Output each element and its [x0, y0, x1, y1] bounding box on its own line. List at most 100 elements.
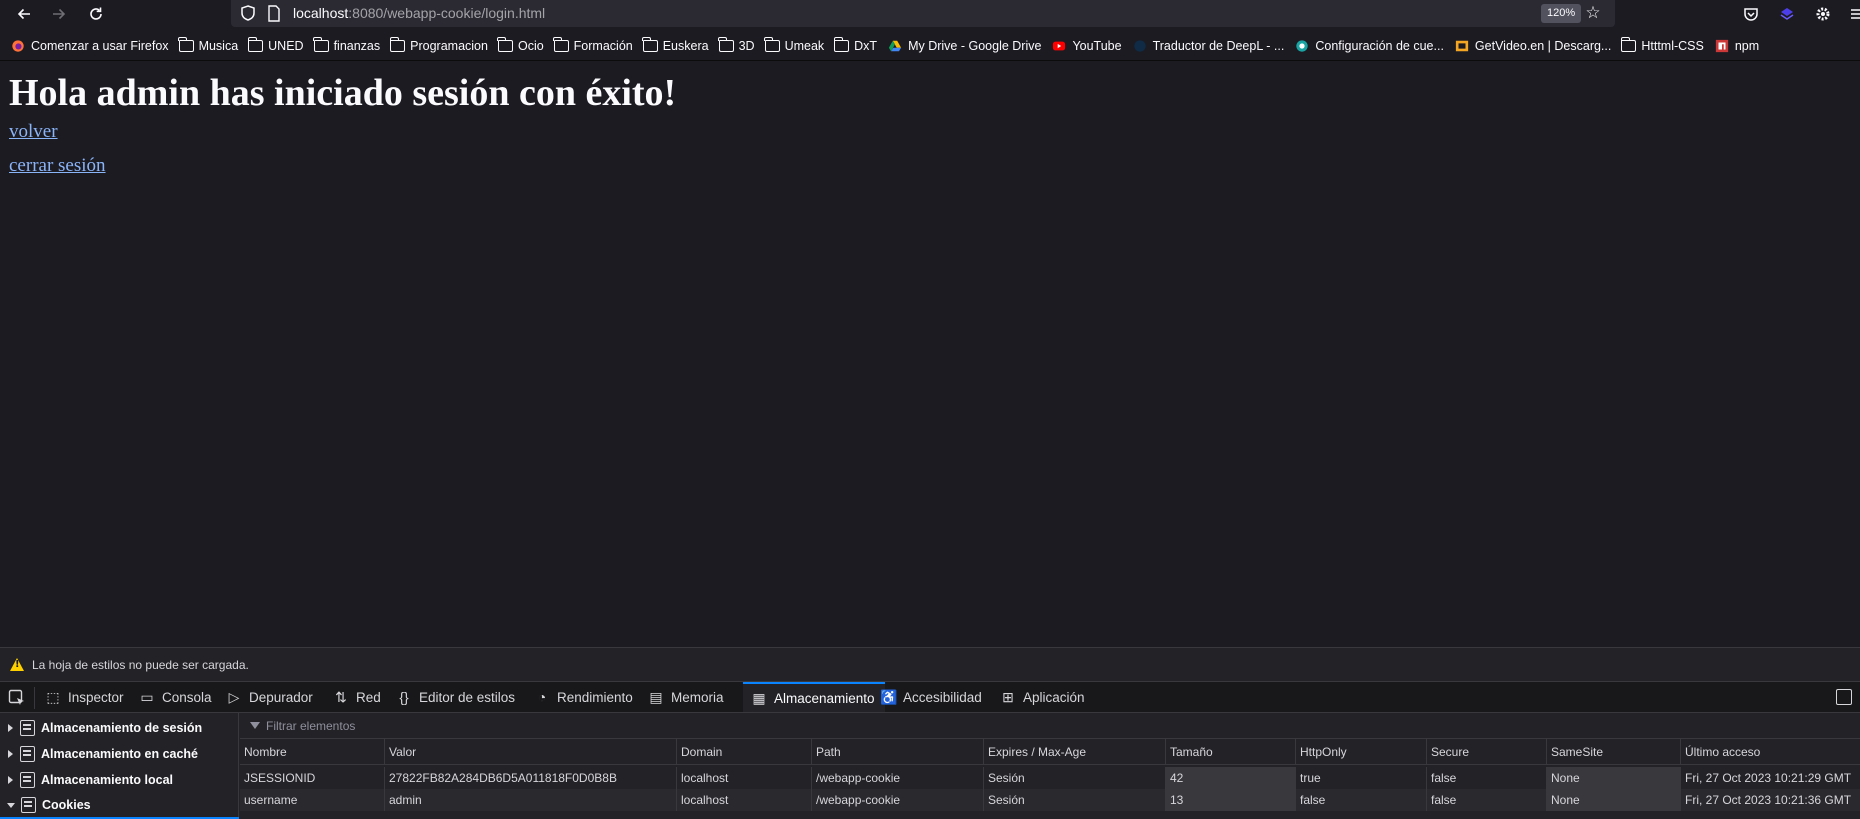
column-header[interactable]: Expires / Max-Age	[983, 739, 1165, 764]
youtube-icon	[1051, 39, 1072, 53]
table-cell: 27822FB82A284DB6D5A011818F0D0B8B	[384, 767, 676, 789]
table-cell: localhost	[676, 767, 811, 789]
folder-icon	[1620, 37, 1637, 52]
column-header[interactable]: Valor	[384, 739, 676, 764]
back-link[interactable]: volver	[9, 121, 58, 143]
column-header[interactable]: Último acceso	[1680, 739, 1860, 764]
bookmark-item[interactable]: Programacion	[389, 35, 488, 57]
table-cell: localhost	[676, 789, 811, 811]
pocket-button[interactable]	[1740, 3, 1762, 25]
devtools-tab-label: Memoria	[671, 689, 724, 705]
table-cell: None	[1546, 789, 1680, 811]
storage-tree-item[interactable]: Cookies	[0, 793, 239, 819]
devtools-tab[interactable]: ▤ Memoria	[648, 682, 724, 712]
storage-icon: ▦	[752, 690, 766, 706]
table-cell: /webapp-cookie	[811, 767, 983, 789]
bookmark-item[interactable]: DxT	[833, 35, 877, 57]
column-header[interactable]: Domain	[676, 739, 811, 764]
devtools-tab[interactable]: ♿ Accesibilidad	[880, 682, 982, 712]
column-header[interactable]: Path	[811, 739, 983, 764]
bookmark-item[interactable]: Configuración de cue...	[1294, 35, 1444, 57]
devtools-tab[interactable]: ▦ Almacenamiento	[743, 682, 885, 712]
bookmark-label: Programacion	[410, 39, 488, 53]
accessibility-icon: ♿	[880, 689, 898, 705]
bookmark-label: YouTube	[1072, 39, 1122, 53]
settings-button[interactable]	[1812, 3, 1834, 25]
bookmark-item[interactable]: 3D	[717, 35, 755, 57]
url-bar[interactable]: localhost:8080/webapp-cookie/login.html …	[231, 0, 1615, 27]
devtools-tab-label: Accesibilidad	[903, 689, 982, 705]
chevron-right-icon[interactable]	[8, 724, 13, 732]
storage-tree-item[interactable]: Almacenamiento de sesión	[0, 715, 239, 741]
extension-button[interactable]	[1776, 3, 1798, 25]
url-path: :8080/webapp-cookie/login.html	[348, 5, 546, 21]
devtools-tab-label: Aplicación	[1023, 689, 1085, 705]
devtools-tab[interactable]: ⇅ Red	[333, 682, 381, 712]
column-header[interactable]: Tamaño	[1165, 739, 1295, 764]
devtools-tab-label: Editor de estilos	[419, 689, 516, 705]
zoom-level-badge[interactable]: 120%	[1541, 4, 1582, 23]
table-cell: Sesión	[983, 789, 1165, 811]
bookmark-star-icon[interactable]: ☆	[1583, 3, 1603, 23]
logout-link[interactable]: cerrar sesión	[9, 155, 106, 177]
storage-tree-label: Almacenamiento de sesión	[41, 721, 203, 735]
devtools-tab[interactable]: ⊞ Aplicación	[1000, 682, 1085, 712]
devtools-tab[interactable]: ▭ Consola	[139, 682, 212, 712]
database-icon	[20, 720, 35, 736]
devtools-tab[interactable]: ⬚ Inspector	[45, 682, 123, 712]
style-editor-icon: {}	[399, 689, 409, 705]
bookmark-label: 3D	[738, 39, 755, 53]
shield-icon[interactable]	[239, 4, 257, 22]
bookmark-item[interactable]: Euskera	[642, 35, 709, 57]
forward-button[interactable]	[47, 2, 71, 26]
bookmark-label: npm	[1734, 39, 1760, 53]
chevron-down-icon[interactable]	[7, 802, 15, 808]
folder-icon	[247, 37, 264, 52]
bookmark-item[interactable]: Musica	[177, 35, 239, 57]
bookmark-item[interactable]: Umeak	[763, 35, 824, 57]
table-cell: false	[1426, 767, 1546, 789]
devtools-tab[interactable]: ◔ Rendimiento	[534, 682, 633, 712]
bookmark-label: Musica	[198, 39, 239, 53]
table-cell: None	[1546, 767, 1680, 789]
column-header[interactable]: SameSite	[1546, 739, 1680, 764]
reload-button[interactable]	[84, 2, 108, 26]
table-cell: /webapp-cookie	[811, 789, 983, 811]
bookmark-item[interactable]: GetVideo.en | Descarg...	[1454, 35, 1611, 57]
chevron-right-icon[interactable]	[8, 750, 13, 758]
bookmark-item[interactable]: UNED	[247, 35, 304, 57]
devtools-tab[interactable]: ▷ Depurador	[226, 682, 313, 712]
dock-options-icon[interactable]	[1836, 689, 1852, 705]
table-row[interactable]: username admin localhost/webapp-cookie Sesi…	[240, 789, 1860, 811]
storage-tree-item[interactable]: Almacenamiento en caché	[0, 741, 239, 767]
url-text[interactable]: localhost:8080/webapp-cookie/login.html	[293, 5, 545, 21]
bookmark-item[interactable]: YouTube	[1051, 35, 1122, 57]
bookmark-item[interactable]: npm	[1714, 35, 1759, 57]
storage-tree-item[interactable]: Almacenamiento local	[0, 767, 239, 793]
bookmark-item[interactable]: My Drive - Google Drive	[887, 35, 1041, 57]
bookmark-item[interactable]: Comenzar a usar Firefox	[10, 35, 169, 57]
menu-button[interactable]	[1845, 3, 1860, 25]
column-header[interactable]: HttpOnly	[1295, 739, 1426, 764]
bookmark-item[interactable]: Formación	[553, 35, 633, 57]
devtools-tab-label: Almacenamiento	[774, 690, 875, 706]
google-drive-icon	[887, 39, 908, 53]
bookmark-item[interactable]: finanzas	[312, 35, 380, 57]
folder-icon	[717, 37, 734, 52]
devtools-tab[interactable]: {} Editor de estilos	[396, 682, 515, 712]
table-row[interactable]: JSESSIONID 27822FB82A284DB6D5A011818F0D0B…	[240, 767, 1860, 789]
devtools-tab-label: Rendimiento	[557, 689, 633, 705]
gear-icon	[1816, 7, 1830, 21]
chevron-right-icon[interactable]	[8, 776, 13, 784]
element-picker-icon[interactable]	[8, 689, 26, 707]
column-header[interactable]: Secure	[1426, 739, 1546, 764]
bookmark-label: Ocio	[517, 39, 544, 53]
bookmark-item[interactable]: Traductor de DeepL - ...	[1132, 35, 1284, 57]
page-icon[interactable]	[267, 5, 281, 22]
bookmark-item[interactable]: Ocio	[497, 35, 544, 57]
column-header[interactable]: Nombre	[240, 739, 384, 764]
devtools-tab-label: Consola	[162, 689, 212, 705]
back-button[interactable]	[12, 2, 36, 26]
filter-input[interactable]	[266, 718, 866, 733]
bookmark-item[interactable]: Htttml-CSS	[1620, 35, 1704, 57]
